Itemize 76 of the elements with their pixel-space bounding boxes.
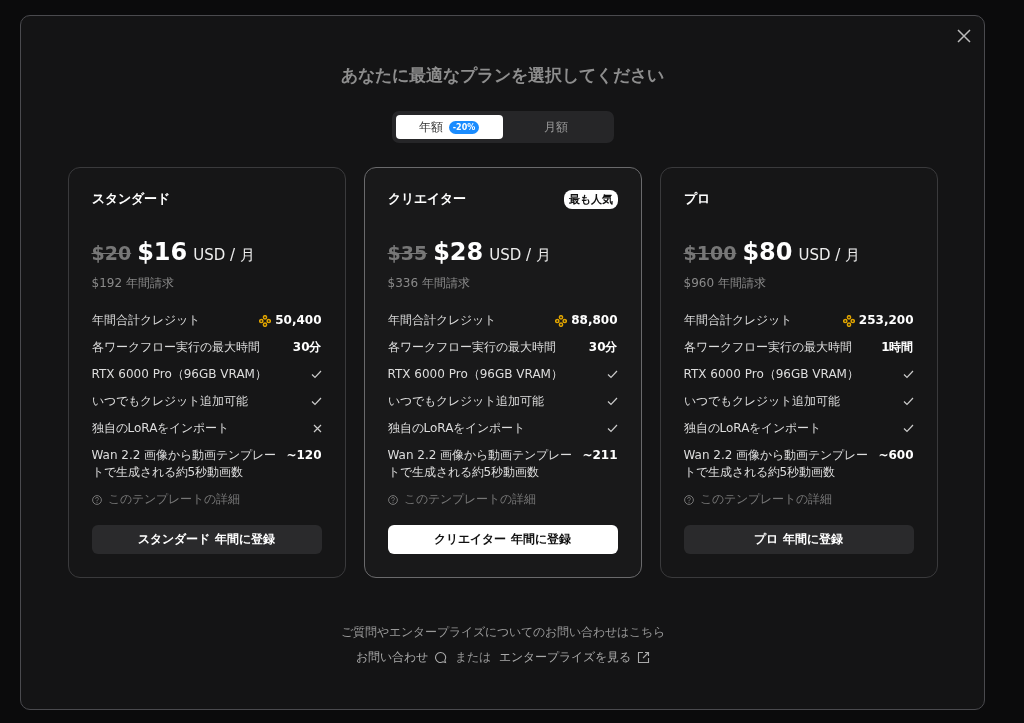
feature-value: 30分 (292, 339, 322, 356)
check-icon (606, 397, 618, 406)
feature-label: 独自のLoRAをインポート (683, 420, 822, 437)
separator-text: または (454, 649, 491, 666)
credit-amount: 50,400 (259, 312, 322, 329)
feature-label: Wan 2.2 画像から動画テンプレートで生成される約5秒動画数 (91, 447, 278, 481)
feature-label: RTX 6000 Pro（96GB VRAM） (683, 366, 859, 383)
price: $16 (137, 238, 188, 266)
credit-icon (555, 314, 568, 327)
feature-label: RTX 6000 Pro（96GB VRAM） (91, 366, 267, 383)
close-icon (956, 28, 972, 44)
details-link[interactable]: このテンプレートの詳細 (91, 491, 322, 508)
feature-label: RTX 6000 Pro（96GB VRAM） (387, 366, 563, 383)
help-icon (683, 494, 694, 505)
feature-value: ~600 (878, 447, 914, 464)
feature-label: 年間合計クレジット (387, 312, 496, 329)
help-icon (387, 494, 398, 505)
billing-tab[interactable]: 年額 -20% (395, 115, 503, 139)
credit-icon (259, 314, 272, 327)
feature-label: 年間合計クレジット (91, 312, 200, 329)
check-icon (310, 370, 322, 379)
feature-label: 年間合計クレジット (683, 312, 792, 329)
feature-label: 独自のLoRAをインポート (387, 420, 526, 437)
credit-amount: 88,800 (555, 312, 618, 329)
contact-link[interactable]: お問い合わせ (355, 649, 447, 666)
price-unit: USD / 月 (798, 246, 861, 265)
discount-badge: -20% (448, 120, 480, 134)
chat-icon (433, 651, 447, 664)
credit-amount: 253,200 (842, 312, 914, 329)
plan-name: スタンダード (91, 190, 170, 208)
contact-prompt: ご質問やエンタープライズについてのお問い合わせはこちら (340, 624, 665, 641)
enterprise-link[interactable]: エンタープライズを見る (498, 649, 650, 666)
price: $28 (433, 238, 484, 266)
check-icon (606, 424, 618, 433)
feature-label: 各ワークフロー実行の最大時間 (387, 339, 556, 356)
help-icon (91, 494, 102, 505)
feature-label: 独自のLoRAをインポート (91, 420, 230, 437)
billing-tab[interactable]: 月額 (502, 115, 610, 139)
close-button[interactable] (956, 28, 972, 44)
external-link-icon (636, 651, 650, 664)
cross-icon (312, 424, 322, 433)
price-unit: USD / 月 (193, 246, 255, 265)
feature-label: 各ワークフロー実行の最大時間 (683, 339, 852, 356)
details-link[interactable]: このテンプレートの詳細 (683, 491, 914, 508)
feature-label: いつでもクレジット追加可能 (91, 393, 248, 410)
feature-label: Wan 2.2 画像から動画テンプレートで生成される約5秒動画数 (387, 447, 574, 481)
billing-note: $192 年間請求 (91, 275, 175, 292)
check-icon (310, 397, 322, 406)
price: $80 (742, 238, 793, 266)
feature-label: いつでもクレジット追加可能 (683, 393, 840, 410)
feature-label: いつでもクレジット追加可能 (387, 393, 544, 410)
subscribe-button[interactable]: スタンダード 年間に登録 (91, 525, 322, 554)
feature-value: 30分 (588, 339, 618, 356)
old-price: $35 (387, 242, 428, 264)
check-icon (606, 370, 618, 379)
dialog-title: あなたに最適なプランを選択してください (341, 64, 664, 87)
feature-value: 1時間 (881, 339, 914, 356)
subscribe-button[interactable]: プロ 年間に登録 (683, 525, 914, 554)
credit-icon (842, 314, 855, 327)
details-link[interactable]: このテンプレートの詳細 (387, 491, 618, 508)
old-price: $20 (91, 242, 132, 264)
plan-name: プロ (683, 190, 710, 208)
subscribe-button[interactable]: クリエイター 年間に登録 (387, 525, 618, 554)
price-unit: USD / 月 (489, 246, 551, 265)
billing-note: $960 年間請求 (683, 275, 767, 292)
check-icon (902, 424, 914, 433)
feature-label: 各ワークフロー実行の最大時間 (91, 339, 260, 356)
old-price: $100 (683, 242, 737, 264)
feature-label: Wan 2.2 画像から動画テンプレートで生成される約5秒動画数 (683, 447, 870, 481)
feature-value: ~120 (286, 447, 322, 464)
check-icon (902, 397, 914, 406)
billing-note: $336 年間請求 (387, 275, 471, 292)
check-icon (902, 370, 914, 379)
feature-value: ~211 (582, 447, 618, 464)
popular-badge: 最も人気 (563, 189, 618, 209)
plan-name: クリエイター (387, 190, 466, 208)
